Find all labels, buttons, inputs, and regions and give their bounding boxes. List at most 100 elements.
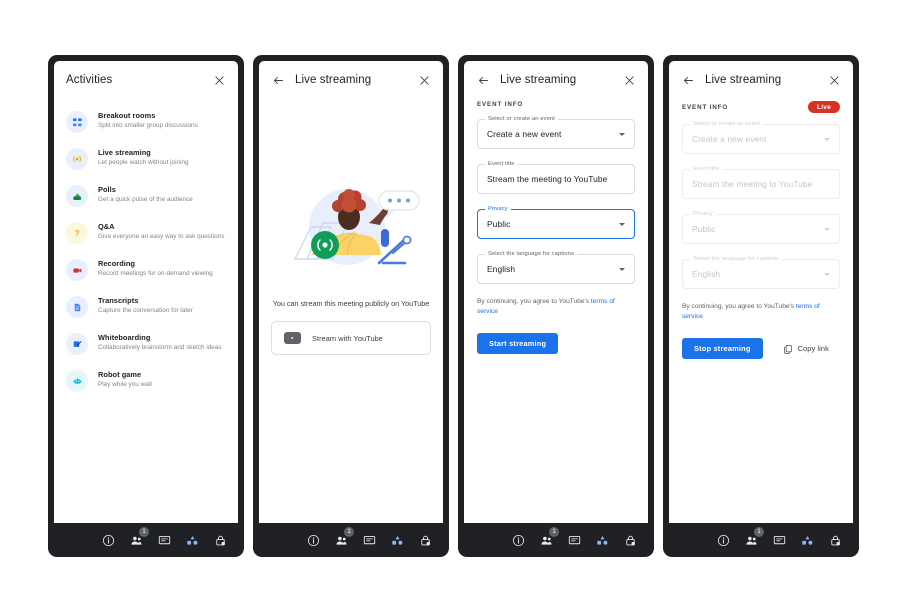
people-icon[interactable]: 1 — [128, 527, 149, 548]
list-item-text: Whiteboarding Collaboratively brainstorm… — [98, 332, 222, 352]
captions-language-field: Select the language for captions English — [682, 256, 840, 289]
activities-icon[interactable] — [799, 532, 815, 548]
section-header: EVENT INFO Live — [682, 101, 840, 113]
activity-name: Live streaming — [98, 148, 151, 157]
host-controls-lock-icon[interactable] — [417, 532, 433, 548]
stream-with-youtube-label: Stream with YouTube — [312, 333, 383, 343]
meeting-details-info-icon[interactable] — [510, 532, 526, 548]
list-item[interactable]: Breakout rooms Split into smaller group … — [54, 103, 238, 140]
people-icon[interactable]: 1 — [538, 527, 559, 548]
live-streaming-icon — [66, 148, 88, 170]
event-info-form: EVENT INFO Select or create an event Cre… — [464, 97, 648, 523]
activity-desc: Play while you wait — [98, 380, 152, 388]
chevron-down-icon[interactable] — [619, 222, 625, 226]
event-title-value: Stream the meeting to YouTube — [692, 179, 813, 189]
chat-icon[interactable] — [566, 532, 582, 548]
event-info-label: EVENT INFO — [477, 101, 524, 108]
host-controls-lock-icon[interactable] — [622, 532, 638, 548]
chevron-down-icon — [824, 272, 830, 276]
list-item[interactable]: Robot game Play while you wait — [54, 362, 238, 399]
privacy-label: Privacy — [690, 211, 716, 217]
captions-language-field[interactable]: Select the language for captions English — [477, 251, 635, 284]
host-controls-lock-icon[interactable] — [212, 532, 228, 548]
page-title: Live streaming — [500, 74, 577, 86]
list-item-text: Breakout rooms Split into smaller group … — [98, 110, 198, 130]
status-badge: Live — [808, 101, 840, 113]
back-arrow-icon[interactable] — [271, 73, 285, 87]
event-select-field: Select or create an event Create a new e… — [682, 121, 840, 154]
activities-icon[interactable] — [389, 532, 405, 548]
people-icon[interactable]: 1 — [743, 527, 764, 548]
copy-link-label: Copy link — [797, 344, 829, 354]
list-item[interactable]: Live streaming Let people watch without … — [54, 140, 238, 177]
activity-desc: Give everyone an easy way to ask questio… — [98, 232, 225, 240]
close-icon[interactable] — [417, 73, 431, 87]
promo-content: You can stream this meeting publicly on … — [259, 97, 443, 523]
activity-name: Q&A — [98, 222, 115, 231]
back-arrow-icon[interactable] — [476, 73, 490, 87]
transcripts-icon — [66, 296, 88, 318]
meeting-details-info-icon[interactable] — [715, 532, 731, 548]
event-select-value: Create a new event — [692, 134, 767, 144]
list-item[interactable]: Recording Record meetings for on-demand … — [54, 251, 238, 288]
qa-icon: ? — [66, 222, 88, 244]
phone-frame-activities: Activities Breakout rooms Split into sma… — [48, 55, 244, 557]
copy-link-button[interactable]: Copy link — [783, 344, 829, 354]
chat-icon[interactable] — [771, 532, 787, 548]
close-icon[interactable] — [622, 73, 636, 87]
list-item[interactable]: ? Q&A Give everyone an easy way to ask q… — [54, 214, 238, 251]
start-streaming-button[interactable]: Start streaming — [477, 333, 559, 355]
list-item-text: Robot game Play while you wait — [98, 369, 152, 389]
close-icon[interactable] — [827, 73, 841, 87]
terms-notice-prefix: By continuing, you agree to YouTube's — [682, 303, 796, 310]
meeting-details-info-icon[interactable] — [305, 532, 321, 548]
list-item-text: Transcripts Capture the conversation for… — [98, 295, 193, 315]
copy-icon — [783, 345, 792, 354]
activities-icon[interactable] — [184, 532, 200, 548]
event-title-label: Event title — [690, 166, 723, 172]
people-count-badge: 1 — [344, 527, 354, 537]
meeting-control-bar: 1 — [669, 523, 853, 557]
close-icon[interactable] — [212, 73, 226, 87]
activity-name: Polls — [98, 185, 116, 194]
stream-with-youtube-button[interactable]: Stream with YouTube — [271, 321, 431, 356]
chat-icon[interactable] — [361, 532, 377, 548]
event-title-field[interactable]: Event title Stream the meeting to YouTub… — [477, 161, 635, 194]
terms-notice-prefix: By continuing, you agree to YouTube's — [477, 298, 591, 305]
svg-text:?: ? — [74, 229, 79, 238]
chevron-down-icon — [824, 137, 830, 141]
meeting-control-bar: 1 — [464, 523, 648, 557]
event-info-label: EVENT INFO — [682, 103, 729, 111]
screen-live-streaming-promo: Live streaming You can stream this meeti… — [259, 61, 443, 523]
back-arrow-icon[interactable] — [681, 73, 695, 87]
event-title-label: Event title — [485, 161, 518, 167]
screen-activities: Activities Breakout rooms Split into sma… — [54, 61, 238, 523]
activity-desc: Record meetings for on-demand viewing — [98, 269, 213, 277]
host-controls-lock-icon[interactable] — [827, 532, 843, 548]
screen-live-streaming-active: Live streaming EVENT INFO Live Select or… — [669, 61, 853, 523]
meeting-details-info-icon[interactable] — [100, 532, 116, 548]
phone-frame-live-streaming-form: Live streaming EVENT INFO Select or crea… — [458, 55, 654, 557]
privacy-select-field: Privacy Public — [682, 211, 840, 244]
list-item-text: Q&A Give everyone an easy way to ask que… — [98, 221, 224, 241]
list-item[interactable]: Transcripts Capture the conversation for… — [54, 288, 238, 325]
activity-name: Transcripts — [98, 296, 139, 305]
event-select-field[interactable]: Select or create an event Create a new e… — [477, 116, 635, 149]
people-icon[interactable]: 1 — [333, 527, 354, 548]
list-item-text: Live streaming Let people watch without … — [98, 147, 189, 167]
chat-icon[interactable] — [156, 532, 172, 548]
list-item[interactable]: Polls Get a quick pulse of the audience — [54, 177, 238, 214]
people-count-badge: 1 — [139, 527, 149, 537]
list-item[interactable]: Whiteboarding Collaboratively brainstorm… — [54, 325, 238, 362]
activities-icon[interactable] — [594, 532, 610, 548]
polls-icon — [66, 185, 88, 207]
stop-streaming-button[interactable]: Stop streaming — [682, 338, 763, 360]
page-title: Activities — [66, 74, 113, 86]
event-select-value: Create a new event — [487, 129, 562, 139]
privacy-select-field[interactable]: Privacy Public — [477, 206, 635, 239]
privacy-value: Public — [692, 224, 716, 234]
activity-desc: Let people watch without joining — [98, 158, 189, 166]
youtube-icon — [284, 332, 301, 345]
chevron-down-icon[interactable] — [619, 132, 625, 136]
chevron-down-icon[interactable] — [619, 267, 625, 271]
